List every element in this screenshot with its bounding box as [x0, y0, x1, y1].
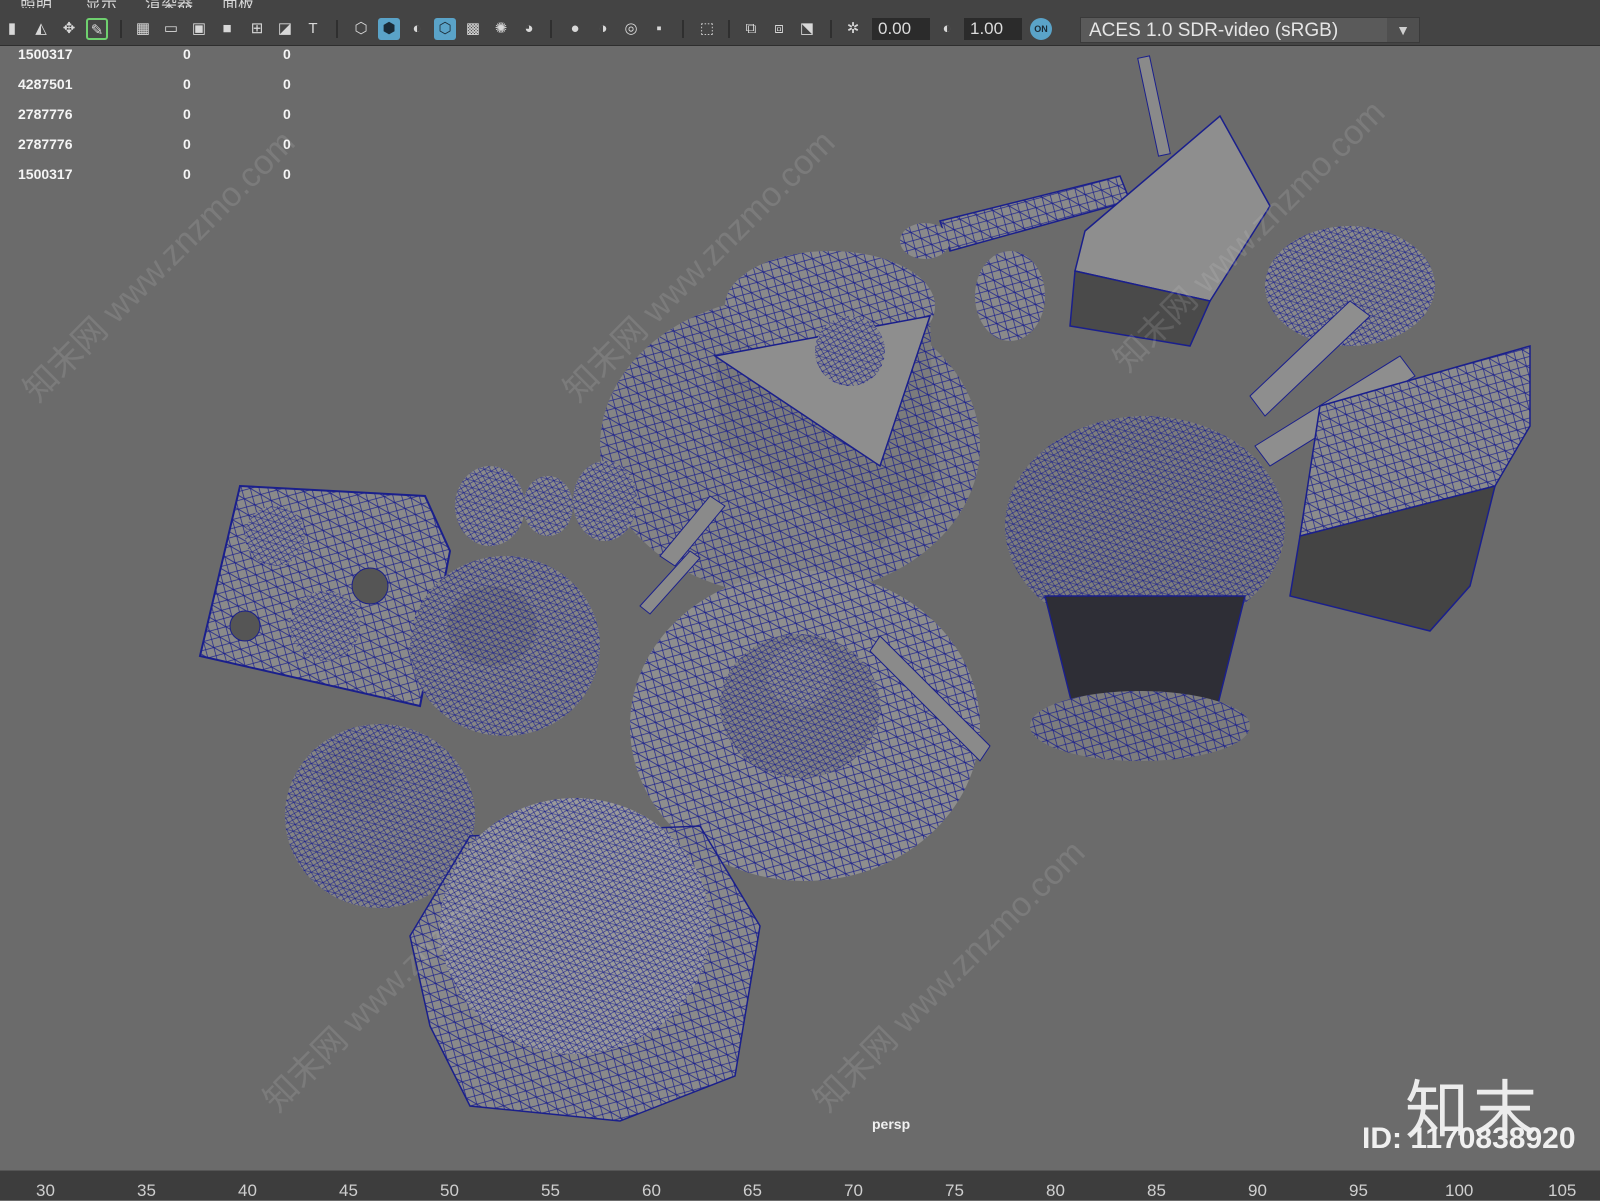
main-menu-bar: 照明 显示 渲染器 面板 [0, 0, 1600, 8]
timeline-tick: 45 [339, 1181, 358, 1200]
hud-value: 1500317 [18, 166, 73, 182]
timeline-tick: 85 [1147, 1181, 1166, 1200]
hud-row: 1500317 0 0 [18, 166, 318, 196]
screen-space-ao-icon[interactable]: ● [564, 18, 586, 40]
camera-icon[interactable]: ◭ [30, 18, 52, 40]
timeline-tick: 95 [1349, 1181, 1368, 1200]
hud-value: 0 [183, 46, 191, 62]
chevron-down-icon[interactable]: ▼ [1387, 18, 1419, 42]
timeline-tick: 60 [642, 1181, 661, 1200]
gamma-icon[interactable]: ◐ [936, 18, 958, 40]
hud-value: 4287501 [18, 76, 73, 92]
berry-bowl-mesh [1005, 416, 1285, 761]
wireframe-on-shaded-icon[interactable]: ⬡ [434, 18, 456, 40]
square-cake-mesh [198, 484, 452, 708]
menu-item-lighting[interactable]: 照明 [20, 0, 52, 8]
camera-name-label: persp [872, 1116, 911, 1132]
hud-value: 0 [283, 136, 291, 152]
xray-icon[interactable]: ▩ [462, 18, 484, 40]
menu-item-show[interactable]: 显示 [85, 0, 117, 8]
panel-toolbar: ▮ ◭ ✥ ✎ ▦ ▭ ▣ ■ ⊞ ◪ T ⬡ ⬢ ◐ ⬡ ▩ ✺ ◕ ● ◑ … [0, 8, 1600, 46]
flat-shade-icon[interactable]: ◐ [406, 18, 428, 40]
view-transform-dropdown[interactable]: ACES 1.0 SDR-video (sRGB) ▼ [1080, 17, 1420, 43]
bookmark-icon[interactable]: ▮ [6, 18, 18, 40]
timeline-tick: 65 [743, 1181, 762, 1200]
timeline-tick: 50 [440, 1181, 459, 1200]
hud-value: 1500317 [18, 46, 73, 62]
toolbar-separator [682, 20, 684, 38]
strawberry-row-mesh [455, 461, 637, 546]
multisample-icon[interactable]: ◎ [620, 18, 642, 40]
safe-action-icon[interactable]: ◪ [274, 18, 296, 40]
hud-value: 0 [183, 76, 191, 92]
color-management-icon[interactable]: ON [1030, 18, 1052, 40]
hud-value: 2787776 [18, 106, 73, 122]
backface-icon[interactable]: ⬔ [796, 18, 818, 40]
time-slider[interactable]: 30 35 40 45 50 55 60 65 70 75 80 85 90 9… [0, 1170, 1600, 1200]
hud-value: 2787776 [18, 136, 73, 152]
timeline-tick: 105 [1548, 1181, 1577, 1200]
timeline-tick: 80 [1046, 1181, 1065, 1200]
exposure-field[interactable]: 0.00 [872, 18, 930, 40]
shadows-icon[interactable]: ◕ [518, 18, 540, 40]
depth-of-field-icon[interactable]: ▪ [648, 18, 670, 40]
hud-value: 0 [283, 106, 291, 122]
timeline-tick: 55 [541, 1181, 560, 1200]
model-id-label: ID: 1170838920 [1362, 1122, 1576, 1155]
toolbar-separator [550, 20, 552, 38]
pencil-icon[interactable]: ✎ [86, 18, 108, 40]
menu-item-renderer[interactable]: 渲染器 [145, 0, 193, 8]
toolbar-separator [728, 20, 730, 38]
gate-mask-icon[interactable]: ■ [216, 18, 238, 40]
timeline-tick: 75 [945, 1181, 964, 1200]
donut-mesh [410, 556, 600, 736]
field-chart-icon[interactable]: ⊞ [246, 18, 268, 40]
lights-icon[interactable]: ✺ [490, 18, 512, 40]
exposure-icon[interactable]: ✲ [842, 18, 864, 40]
hud-row: 2787776 0 0 [18, 106, 318, 136]
toolbar-separator [120, 20, 122, 38]
film-gate-icon[interactable]: ▭ [160, 18, 182, 40]
camera-tools-icon[interactable]: ✥ [58, 18, 80, 40]
hud-value: 0 [283, 76, 291, 92]
resolution-gate-icon[interactable]: ▣ [188, 18, 210, 40]
xray-active-icon[interactable]: ⧈ [768, 18, 790, 40]
hud-value: 0 [283, 166, 291, 182]
xray-joints-icon[interactable]: ⧉ [740, 18, 762, 40]
timeline-tick: 40 [238, 1181, 257, 1200]
timeline-tick: 30 [36, 1181, 55, 1200]
hud-row: 4287501 0 0 [18, 76, 318, 106]
grid-icon[interactable]: ▦ [132, 18, 154, 40]
hud-value: 0 [183, 166, 191, 182]
view-transform-value: ACES 1.0 SDR-video (sRGB) [1089, 20, 1339, 41]
timeline-tick: 35 [137, 1181, 156, 1200]
timeline-tick: 90 [1248, 1181, 1267, 1200]
hud-value: 0 [183, 106, 191, 122]
gamma-field[interactable]: 1.00 [964, 18, 1022, 40]
safe-title-icon[interactable]: T [302, 18, 324, 40]
wireframe-icon[interactable]: ⬡ [350, 18, 372, 40]
timeline-tick: 70 [844, 1181, 863, 1200]
persp-viewport[interactable]: 知末网 www.znzmo.com 知末网 www.znzmo.com 知末网 … [0, 46, 1600, 1170]
isolate-select-icon[interactable]: ⬚ [696, 18, 718, 40]
timeline-tick: 100 [1445, 1181, 1474, 1200]
hud-value: 0 [283, 46, 291, 62]
hud-value: 0 [183, 136, 191, 152]
toolbar-separator [830, 20, 832, 38]
menu-item-panels[interactable]: 面板 [222, 0, 254, 8]
toolbar-separator [336, 20, 338, 38]
hud-row: 2787776 0 0 [18, 136, 318, 166]
motion-blur-icon[interactable]: ◑ [592, 18, 614, 40]
layer-cake-box-mesh [1289, 345, 1531, 632]
heads-up-poly-count: 1500317 0 0 4287501 0 0 2787776 0 0 2787… [18, 46, 318, 196]
hud-row: 1500317 0 0 [18, 46, 318, 76]
smooth-shade-icon[interactable]: ⬢ [378, 18, 400, 40]
